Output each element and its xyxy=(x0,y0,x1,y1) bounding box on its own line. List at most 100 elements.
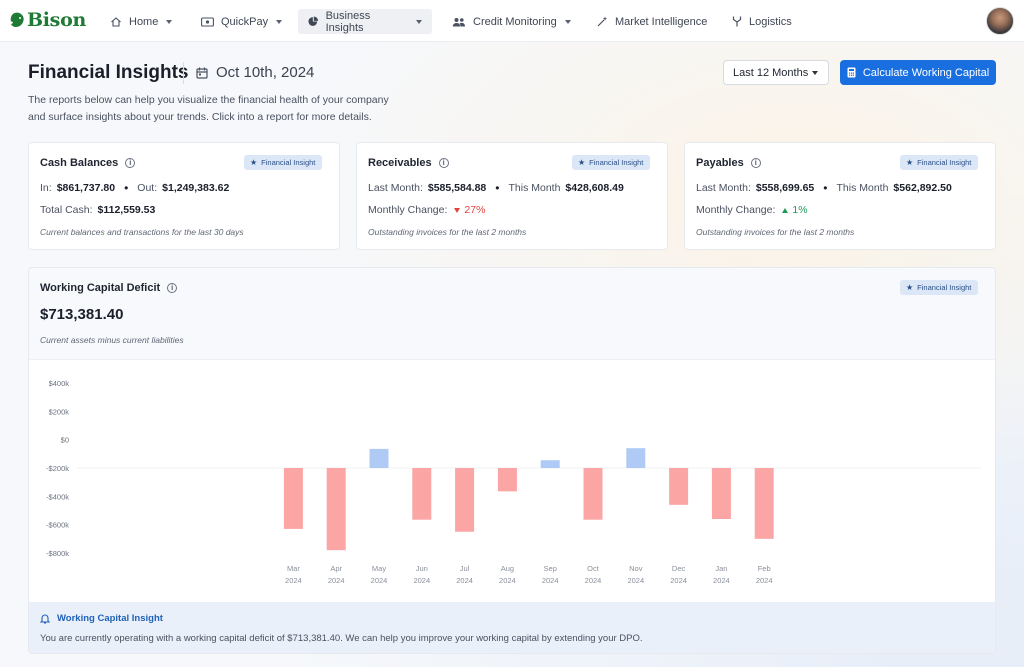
bar-jul-2024 xyxy=(455,468,475,532)
intro-text: The reports below can help you visualize… xyxy=(28,94,389,123)
badge-label: Financial Insight xyxy=(261,158,316,167)
x-tick-year: 2024 xyxy=(499,576,516,585)
calendar-icon xyxy=(196,67,208,79)
deficit-chart: $400k $200k $0 -$200k -$400k -$600k -$800k Mar 2… xyxy=(29,359,995,602)
x-tick-year: 2024 xyxy=(713,576,730,585)
monthly-change-value: 27% xyxy=(464,204,486,216)
x-tick-year: 2024 xyxy=(328,576,345,585)
insight-title-text: Working Capital Insight xyxy=(57,613,163,624)
y-tick-label: $0 xyxy=(61,436,69,445)
total-cash-value: $112,559.53 xyxy=(97,204,156,216)
users-icon xyxy=(452,17,465,26)
arrow-down-icon xyxy=(454,207,461,213)
calculate-working-capital-button[interactable]: Calculate Working Capital xyxy=(840,60,996,85)
x-tick-month: Sep xyxy=(544,564,557,573)
chevron-down-icon xyxy=(564,19,571,24)
financial-insight-badge: ★ Financial Insight xyxy=(900,280,979,295)
separator-dot: • xyxy=(495,181,500,195)
calculator-icon xyxy=(847,67,856,78)
financial-insight-badge: ★ Financial Insight xyxy=(572,155,651,170)
monthly-change-label: Monthly Change: xyxy=(696,204,776,216)
nav-logistics[interactable]: Logistics xyxy=(722,9,802,34)
nav-credit-monitoring[interactable]: Credit Monitoring xyxy=(442,9,581,34)
x-tick-year: 2024 xyxy=(756,576,773,585)
x-tick-year: 2024 xyxy=(413,576,430,585)
y-tick-label: $200k xyxy=(49,407,70,416)
working-capital-deficit-panel[interactable]: Working Capital Deficit i ★ Financial In… xyxy=(28,267,996,654)
nav-quickpay[interactable]: QuickPay xyxy=(191,9,292,34)
nav-home[interactable]: Home xyxy=(100,9,182,34)
bar-jan-2024 xyxy=(711,468,731,519)
cash-out-value: $1,249,383.62 xyxy=(162,182,230,194)
cash-balances-card[interactable]: Cash Balances i ★ Financial Insight In: … xyxy=(28,142,340,250)
home-icon xyxy=(111,16,121,27)
monthly-change-down: 27% xyxy=(454,204,485,216)
monthly-change-up: 1% xyxy=(782,204,808,216)
fork-icon xyxy=(732,16,742,27)
monthly-change-value: 1% xyxy=(792,204,808,216)
nav-business-insights[interactable]: Business Insights xyxy=(298,9,432,34)
cash-icon xyxy=(201,16,214,27)
cash-in-label: In: xyxy=(40,182,52,194)
separator-dot: • xyxy=(124,181,129,195)
card-caption: Outstanding invoices for the last 2 mont… xyxy=(696,227,855,237)
total-cash-row: Total Cash: $112,559.53 xyxy=(40,204,155,216)
separator-dot: • xyxy=(823,181,828,195)
x-tick-month: Jun xyxy=(416,564,428,573)
x-tick-year: 2024 xyxy=(542,576,559,585)
deficit-title: Working Capital Deficit xyxy=(40,282,161,294)
last-month-label: Last Month: xyxy=(696,182,751,194)
y-tick-label: -$600k xyxy=(46,521,69,530)
report-date: Oct 10th, 2024 xyxy=(196,64,314,81)
x-tick-month: Mar xyxy=(287,564,300,573)
x-tick-year: 2024 xyxy=(456,576,473,585)
x-tick-year: 2024 xyxy=(627,576,644,585)
chevron-down-icon xyxy=(812,71,818,75)
insight-title: Working Capital Insight xyxy=(40,613,163,624)
monthly-change-row: Monthly Change: 27% xyxy=(368,204,485,216)
nav-home-label: Home xyxy=(129,15,159,28)
receivables-card[interactable]: Receivables i ★ Financial Insight Last M… xyxy=(356,142,668,250)
arrow-up-icon xyxy=(782,207,789,213)
chevron-down-icon xyxy=(276,19,283,24)
cash-balances-title: Cash Balances xyxy=(40,157,119,169)
period-select[interactable]: Last 12 Months xyxy=(723,60,829,85)
info-icon[interactable]: i xyxy=(167,283,178,293)
brand-logo[interactable]: Bison xyxy=(10,9,86,31)
badge-label: Financial Insight xyxy=(917,283,972,292)
nav-business-insights-label: Business Insights xyxy=(325,9,371,34)
info-icon[interactable]: i xyxy=(438,158,449,168)
x-tick-year: 2024 xyxy=(670,576,687,585)
this-month-value: $562,892.50 xyxy=(893,182,952,194)
payables-months-row: Last Month: $558,699.65 • This Month $56… xyxy=(696,181,952,195)
report-date-text: Oct 10th, 2024 xyxy=(216,64,315,81)
pie-chart-icon xyxy=(308,16,319,26)
star-icon: ★ xyxy=(906,158,914,167)
total-cash-label: Total Cash: xyxy=(40,204,93,216)
nav-market-intelligence-label: Market Intelligence xyxy=(615,15,708,28)
nav-market-intelligence[interactable]: Market Intelligence xyxy=(587,9,717,34)
payables-card[interactable]: Payables i ★ Financial Insight Last Mont… xyxy=(684,142,996,250)
badge-label: Financial Insight xyxy=(589,158,644,167)
info-icon[interactable]: i xyxy=(750,158,761,168)
page-title: Financial Insights xyxy=(28,62,189,83)
x-tick-month: Oct xyxy=(587,564,600,573)
card-title: Receivables i xyxy=(368,157,449,169)
bison-icon xyxy=(10,12,24,27)
x-tick-month: Feb xyxy=(758,564,771,573)
avatar[interactable] xyxy=(986,7,1014,35)
x-tick-month: Jan xyxy=(715,564,727,573)
x-tick-month: Apr xyxy=(330,564,342,573)
financial-insight-badge: ★ Financial Insight xyxy=(900,155,979,170)
info-icon[interactable]: i xyxy=(125,158,136,168)
receivables-title: Receivables xyxy=(368,157,432,169)
y-tick-label: $400k xyxy=(49,379,70,388)
last-month-value: $585,584.88 xyxy=(427,182,487,194)
x-tick-month: Aug xyxy=(501,564,514,573)
calculate-working-capital-label: Calculate Working Capital xyxy=(862,66,990,79)
x-tick-month: Dec xyxy=(672,564,686,573)
panel-title: Working Capital Deficit i xyxy=(40,282,178,294)
card-title: Cash Balances i xyxy=(40,157,136,169)
payables-title: Payables xyxy=(696,157,744,169)
bar-jun-2024 xyxy=(412,468,432,520)
